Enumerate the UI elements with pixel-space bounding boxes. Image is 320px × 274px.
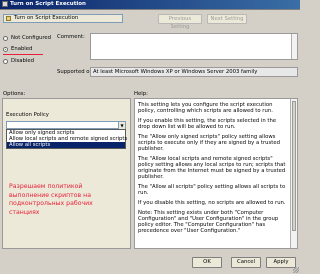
radio-enabled-label: Enabled (11, 46, 33, 52)
chevron-down-icon[interactable]: ▼ (118, 122, 125, 129)
comment-label: Comment: (57, 34, 85, 40)
help-paragraph: This setting lets you configure the scri… (138, 102, 273, 114)
policy-name-box: Turn on Script Execution (3, 14, 123, 23)
ok-button[interactable]: OK (192, 257, 222, 268)
help-paragraph: Note: This setting exists under both "Co… (138, 210, 279, 234)
cancel-button[interactable]: Cancel (231, 257, 261, 268)
apply-button[interactable]: Apply (266, 257, 296, 268)
help-paragraph: If you disable this setting, no scripts … (138, 200, 286, 206)
supported-on-value: At least Microsoft Windows XP or Windows… (93, 69, 258, 75)
help-paragraph: The "Allow local scripts and remote sign… (138, 156, 286, 180)
supported-on-field: At least Microsoft Windows XP or Windows… (90, 67, 298, 77)
policy-icon (2, 1, 8, 7)
radio-enabled[interactable]: Enabled (3, 46, 63, 53)
execution-policy-label: Execution Policy (6, 112, 49, 118)
annotation-line: Разрешаем политикой (9, 183, 83, 190)
help-paragraph: The "Allow only signed scripts" policy s… (138, 134, 280, 152)
radio-disabled-label: Disabled (11, 58, 35, 64)
annotation-underline (3, 54, 43, 55)
radio-disabled-circle[interactable] (3, 59, 8, 64)
annotation-line: станциях (9, 208, 40, 216)
radio-not-configured[interactable]: Not Configured (3, 35, 63, 42)
options-panel: Execution Policy ▼ Allow only signed scr… (2, 98, 131, 249)
window-title: Turn on Script Execution (10, 1, 86, 7)
comment-textarea[interactable] (90, 33, 298, 60)
radio-enabled-circle[interactable] (3, 47, 8, 52)
help-scrollbar-thumb[interactable] (292, 101, 296, 231)
annotation-line: выполнение скриптов на (9, 191, 91, 199)
help-scrollbar[interactable] (290, 99, 297, 248)
help-paragraph: If you enable this setting, the scripts … (138, 118, 277, 130)
radio-not-configured-circle[interactable] (3, 36, 8, 41)
help-label: Help: (134, 91, 148, 97)
resize-grip-icon[interactable] (293, 267, 299, 273)
list-item-allow-all[interactable]: Allow all scripts (7, 142, 125, 148)
setting-icon (6, 16, 11, 21)
comment-scrollbar[interactable] (291, 34, 297, 59)
execution-policy-list[interactable]: Allow only signed scripts Allow local sc… (6, 129, 127, 149)
help-panel: This setting lets you configure the scri… (134, 98, 298, 249)
supported-on-label: Supported on: (57, 69, 95, 75)
options-label: Options: (3, 91, 26, 97)
annotation-line: подконтрольных рабочих (9, 200, 93, 207)
annotation-text: Разрешаем политикой выполнение скриптов … (9, 183, 129, 217)
policy-name: Turn on Script Execution (14, 15, 79, 21)
radio-disabled[interactable]: Disabled (3, 58, 63, 65)
execution-policy-dropdown[interactable]: ▼ (6, 121, 126, 129)
radio-not-configured-label: Not Configured (11, 35, 51, 41)
divider (0, 9, 300, 10)
next-setting-button[interactable]: Next Setting (207, 14, 247, 24)
previous-setting-button[interactable]: Previous Setting (158, 14, 202, 30)
title-bar: Turn on Script Execution (0, 0, 300, 9)
help-paragraph: The "Allow all scripts" policy setting a… (138, 184, 286, 196)
